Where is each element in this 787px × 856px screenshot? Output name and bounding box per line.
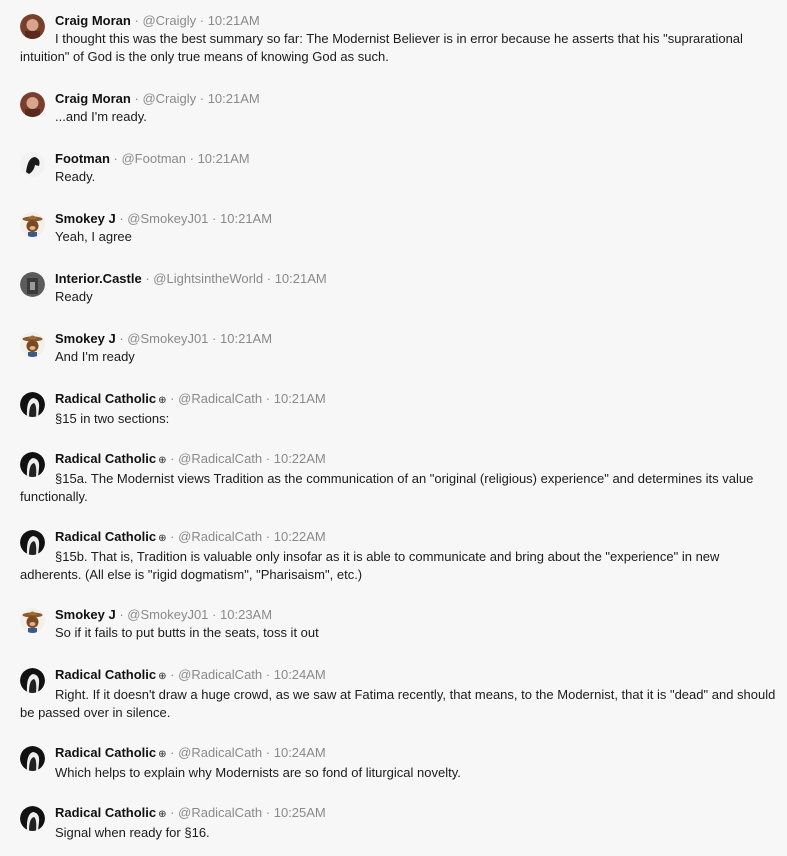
author-handle[interactable]: @RadicalCath [178, 805, 262, 820]
author-name[interactable]: Craig Moran [55, 13, 131, 28]
chat-message: Radical Catholic ⊕ · @RadicalCath · 10:22… [20, 450, 777, 506]
author-name[interactable]: Radical Catholic [55, 745, 156, 760]
author-handle[interactable]: @RadicalCath [178, 667, 262, 682]
cross-badge-icon: ⊕ [158, 395, 167, 406]
message-text: Right. If it doesn't draw a huge crowd, … [20, 687, 776, 720]
author-name[interactable]: Radical Catholic [55, 391, 156, 406]
smokey-bear-avatar-icon[interactable] [20, 212, 45, 237]
message-text: And I'm ready [55, 349, 135, 364]
author-handle[interactable]: @RadicalCath [178, 745, 262, 760]
chat-message: Smokey J · @SmokeyJ01 · 10:23AM So if it… [20, 606, 777, 642]
message-timestamp: 10:21AM [273, 391, 326, 406]
chat-log: Craig Moran · @Craigly · 10:21AM I thoug… [0, 0, 787, 856]
message-timestamp: 10:24AM [273, 667, 326, 682]
castle-avatar-icon[interactable] [20, 272, 45, 297]
chat-message: Radical Catholic ⊕ · @RadicalCath · 10:25… [20, 804, 777, 842]
message-text: §15a. The Modernist views Tradition as t… [20, 471, 754, 504]
author-handle[interactable]: @RadicalCath [178, 451, 262, 466]
author-name[interactable]: Smokey J [55, 331, 116, 346]
message-timestamp: 10:21AM [220, 211, 273, 226]
message-timestamp: 10:21AM [207, 13, 260, 28]
radical-catholic-avatar-icon[interactable] [20, 530, 45, 555]
smokey-bear-avatar-icon[interactable] [20, 608, 45, 633]
message-text: Yeah, I agree [55, 229, 132, 244]
chat-message: Craig Moran · @Craigly · 10:21AM I thoug… [20, 12, 777, 66]
message-text: So if it fails to put butts in the seats… [55, 625, 319, 640]
radical-catholic-avatar-icon[interactable] [20, 392, 45, 417]
chat-message: Craig Moran · @Craigly · 10:21AM ...and … [20, 90, 777, 126]
author-handle[interactable]: @LightsintheWorld [153, 271, 263, 286]
message-timestamp: 10:25AM [273, 805, 326, 820]
craig-avatar-icon[interactable] [20, 92, 45, 117]
chat-message: Footman · @Footman · 10:21AM Ready. [20, 150, 777, 186]
message-timestamp: 10:22AM [273, 451, 326, 466]
cross-badge-icon: ⊕ [158, 533, 167, 544]
craig-avatar-icon[interactable] [20, 14, 45, 39]
author-handle[interactable]: @RadicalCath [178, 529, 262, 544]
chat-message: Interior.Castle · @LightsintheWorld · 10… [20, 270, 777, 306]
author-name[interactable]: Smokey J [55, 211, 116, 226]
chat-message: Radical Catholic ⊕ · @RadicalCath · 10:22… [20, 528, 777, 584]
chat-message: Smokey J · @SmokeyJ01 · 10:21AM Yeah, I … [20, 210, 777, 246]
author-name[interactable]: Craig Moran [55, 91, 131, 106]
message-text: §15 in two sections: [55, 411, 170, 426]
message-timestamp: 10:21AM [220, 331, 273, 346]
author-name[interactable]: Footman [55, 151, 110, 166]
message-text: Signal when ready for §16. [55, 825, 210, 840]
author-name[interactable]: Radical Catholic [55, 451, 156, 466]
cross-badge-icon: ⊕ [158, 809, 167, 820]
radical-catholic-avatar-icon[interactable] [20, 746, 45, 771]
chat-message: Smokey J · @SmokeyJ01 · 10:21AM And I'm … [20, 330, 777, 366]
author-name[interactable]: Interior.Castle [55, 271, 142, 286]
cross-badge-icon: ⊕ [158, 455, 167, 466]
chat-message: Radical Catholic ⊕ · @RadicalCath · 10:24… [20, 744, 777, 782]
message-text: §15b. That is, Tradition is valuable onl… [20, 549, 720, 582]
chat-message: Radical Catholic ⊕ · @RadicalCath · 10:21… [20, 390, 777, 428]
message-text: Ready [55, 289, 93, 304]
author-name[interactable]: Radical Catholic [55, 805, 156, 820]
footman-avatar-icon[interactable] [20, 152, 45, 177]
radical-catholic-avatar-icon[interactable] [20, 668, 45, 693]
author-handle[interactable]: @SmokeyJ01 [127, 211, 208, 226]
radical-catholic-avatar-icon[interactable] [20, 452, 45, 477]
message-text: Which helps to explain why Modernists ar… [55, 765, 461, 780]
author-name[interactable]: Radical Catholic [55, 529, 156, 544]
message-timestamp: 10:22AM [273, 529, 326, 544]
message-timestamp: 10:21AM [274, 271, 327, 286]
author-handle[interactable]: @Craigly [142, 91, 196, 106]
message-text: Ready. [55, 169, 96, 184]
author-handle[interactable]: @Footman [121, 151, 186, 166]
cross-badge-icon: ⊕ [158, 749, 167, 760]
author-handle[interactable]: @Craigly [142, 13, 196, 28]
message-text: I thought this was the best summary so f… [20, 31, 743, 64]
message-text: ...and I'm ready. [55, 109, 147, 124]
message-timestamp: 10:23AM [220, 607, 273, 622]
radical-catholic-avatar-icon[interactable] [20, 806, 45, 831]
author-name[interactable]: Smokey J [55, 607, 116, 622]
cross-badge-icon: ⊕ [158, 671, 167, 682]
message-timestamp: 10:21AM [197, 151, 250, 166]
author-name[interactable]: Radical Catholic [55, 667, 156, 682]
message-timestamp: 10:24AM [273, 745, 326, 760]
author-handle[interactable]: @SmokeyJ01 [127, 331, 208, 346]
chat-message: Radical Catholic ⊕ · @RadicalCath · 10:24… [20, 667, 776, 720]
author-handle[interactable]: @SmokeyJ01 [127, 607, 208, 622]
smokey-bear-avatar-icon[interactable] [20, 332, 45, 357]
author-handle[interactable]: @RadicalCath [178, 391, 262, 406]
message-timestamp: 10:21AM [207, 91, 260, 106]
